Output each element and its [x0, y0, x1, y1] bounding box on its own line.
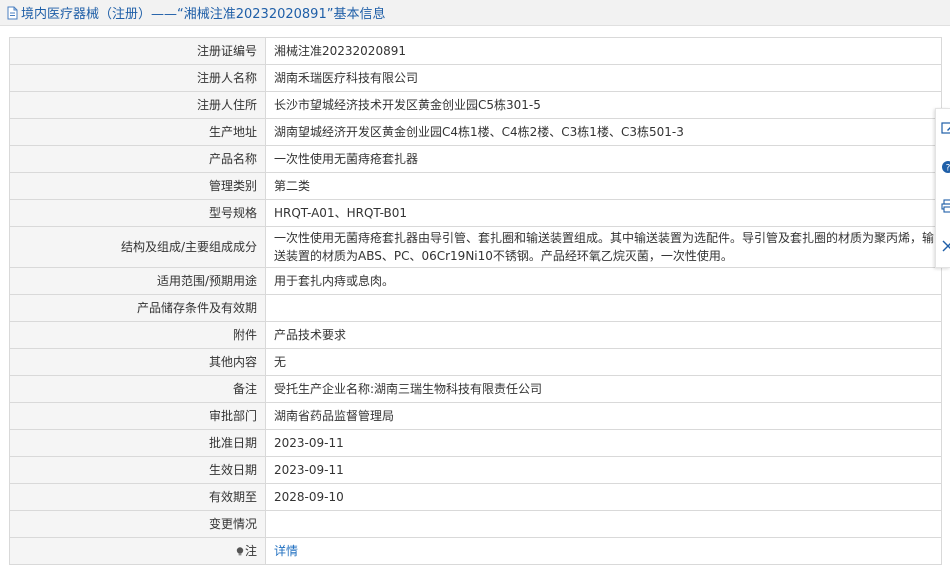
note-value-cell: 详情 [265, 537, 942, 565]
row-value: 湖南省药品监督管理局 [265, 402, 942, 430]
row-label: 批准日期 [9, 429, 266, 457]
row-value: 第二类 [265, 172, 942, 200]
table-row: 批准日期 2023-09-11 [9, 429, 942, 457]
row-label: 有效期至 [9, 483, 266, 511]
row-value: 一次性使用无菌痔疮套扎器 [265, 145, 942, 173]
row-label: 注册人名称 [9, 64, 266, 92]
row-value: 湖南禾瑞医疗科技有限公司 [265, 64, 942, 92]
help-icon[interactable]: ? [941, 160, 950, 174]
note-label-cell: 注 [9, 537, 266, 565]
row-value: 湘械注准20232020891 [265, 37, 942, 65]
table-row: 管理类别 第二类 [9, 172, 942, 200]
row-label: 结构及组成/主要组成成分 [9, 226, 266, 268]
table-row: 附件 产品技术要求 [9, 321, 942, 349]
row-label: 生效日期 [9, 456, 266, 484]
row-value: 长沙市望城经济技术开发区黄金创业园C5栋301-5 [265, 91, 942, 119]
table-row: 适用范围/预期用途 用于套扎内痔或息肉。 [9, 267, 942, 295]
info-table: 注册证编号 湘械注准20232020891 注册人名称 湖南禾瑞医疗科技有限公司… [9, 37, 942, 565]
row-value: 受托生产企业名称:湖南三瑞生物科技有限责任公司 [265, 375, 942, 403]
page-header: 境内医疗器械（注册）——“湘械注准20232020891”基本信息 [0, 0, 950, 26]
row-value: HRQT-A01、HRQT-B01 [265, 199, 942, 227]
row-value: 用于套扎内痔或息肉。 [265, 267, 942, 295]
table-row: 有效期至 2028-09-10 [9, 483, 942, 511]
table-row: 审批部门 湖南省药品监督管理局 [9, 402, 942, 430]
row-label: 管理类别 [9, 172, 266, 200]
row-value: 2023-09-11 [265, 429, 942, 457]
page-title: 境内医疗器械（注册）——“湘械注准20232020891”基本信息 [21, 7, 386, 22]
row-label: 生产地址 [9, 118, 266, 146]
table-row: 生产地址 湖南望城经济开发区黄金创业园C4栋1楼、C4栋2楼、C3栋1楼、C3栋… [9, 118, 942, 146]
table-row: 产品储存条件及有效期 [9, 294, 942, 322]
table-row: 注册证编号 湘械注准20232020891 [9, 37, 942, 65]
note-label: 注 [244, 544, 257, 558]
table-row: 变更情况 [9, 510, 942, 538]
row-value: 湖南望城经济开发区黄金创业园C4栋1楼、C4栋2楼、C3栋1楼、C3栋501-3 [265, 118, 942, 146]
row-label: 产品储存条件及有效期 [9, 294, 266, 322]
row-value: 产品技术要求 [265, 321, 942, 349]
print-icon[interactable] [941, 199, 950, 213]
svg-text:?: ? [946, 164, 950, 174]
row-label: 产品名称 [9, 145, 266, 173]
row-value [265, 294, 942, 322]
table-row: 注册人住所 长沙市望城经济技术开发区黄金创业园C5栋301-5 [9, 91, 942, 119]
table-row: 产品名称 一次性使用无菌痔疮套扎器 [9, 145, 942, 173]
row-label: 变更情况 [9, 510, 266, 538]
edit-icon[interactable] [941, 121, 950, 135]
row-label: 注册人住所 [9, 91, 266, 119]
row-label: 审批部门 [9, 402, 266, 430]
row-label: 附件 [9, 321, 266, 349]
document-icon [7, 6, 18, 19]
table-row: 结构及组成/主要组成成分 一次性使用无菌痔疮套扎器由导引管、套扎圈和输送装置组成… [9, 226, 942, 268]
table-row: 其他内容 无 [9, 348, 942, 376]
table-row: 生效日期 2023-09-11 [9, 456, 942, 484]
table-row: 注册人名称 湖南禾瑞医疗科技有限公司 [9, 64, 942, 92]
close-icon[interactable] [941, 239, 950, 253]
table-row: 备注 受托生产企业名称:湖南三瑞生物科技有限责任公司 [9, 375, 942, 403]
row-label: 适用范围/预期用途 [9, 267, 266, 295]
page: 境内医疗器械（注册）——“湘械注准20232020891”基本信息 注册证编号 … [0, 0, 950, 576]
row-value: 一次性使用无菌痔疮套扎器由导引管、套扎圈和输送装置组成。其中输送装置为选配件。导… [265, 226, 942, 268]
lightbulb-icon [236, 547, 244, 556]
row-label: 注册证编号 [9, 37, 266, 65]
side-toolbar: ? [935, 108, 950, 268]
row-label: 备注 [9, 375, 266, 403]
table-row: 型号规格 HRQT-A01、HRQT-B01 [9, 199, 942, 227]
row-value: 2028-09-10 [265, 483, 942, 511]
row-value: 无 [265, 348, 942, 376]
row-value [265, 510, 942, 538]
note-row: 注 详情 [9, 537, 942, 565]
details-link[interactable]: 详情 [274, 544, 298, 558]
row-label: 型号规格 [9, 199, 266, 227]
row-value: 2023-09-11 [265, 456, 942, 484]
row-label: 其他内容 [9, 348, 266, 376]
